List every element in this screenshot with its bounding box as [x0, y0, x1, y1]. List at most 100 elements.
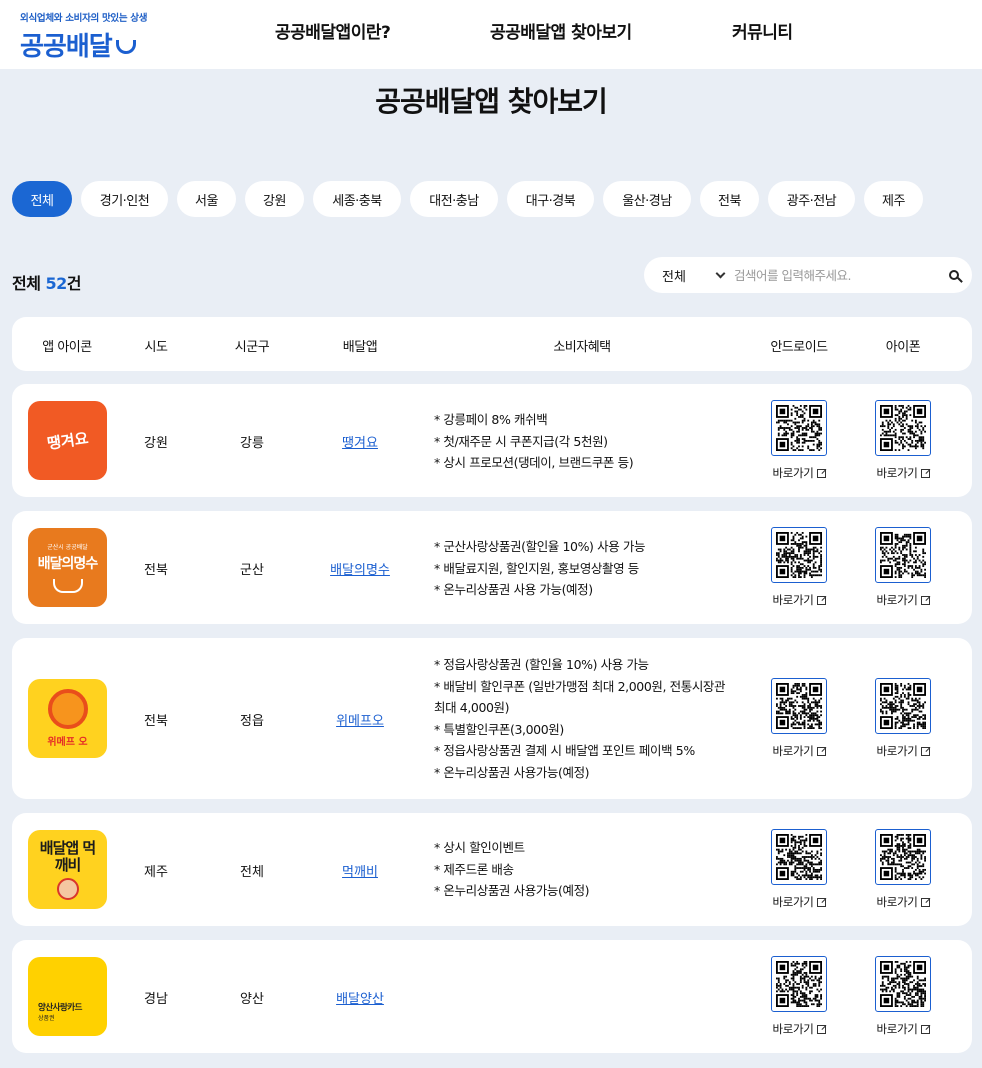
android-goto-link[interactable]: 바로가기	[769, 465, 829, 481]
benefit-item: * 정읍사랑상품권 (할인율 10%) 사용 가능	[434, 657, 649, 672]
goto-label: 바로가기	[876, 744, 918, 758]
iphone-qr[interactable]: 바로가기	[873, 956, 933, 1037]
count-number: 52	[45, 274, 68, 293]
app-name-link[interactable]: 위메프오	[336, 710, 384, 729]
benefit-item: * 상시 할인이벤트	[434, 840, 525, 855]
iphone-qr[interactable]: 바로가기	[873, 527, 933, 608]
benefits-list: * 강릉페이 8% 캐쉬백 * 첫/재주문 시 쿠폰지급(각 5천원) * 상시…	[434, 409, 734, 474]
cell-sido: 전북	[144, 714, 168, 729]
smile-icon	[115, 39, 136, 54]
app-icon-text: 양산사랑카드	[38, 1003, 82, 1013]
iphone-qr[interactable]: 바로가기	[873, 678, 933, 759]
region-chip-ulsan-gyeongnam[interactable]: 울산·경남	[603, 181, 691, 217]
iphone-goto-link[interactable]: 바로가기	[873, 465, 933, 481]
logo-wordmark: 공공배달	[20, 26, 147, 63]
qr-code-icon	[875, 678, 931, 734]
android-goto-link[interactable]: 바로가기	[769, 743, 829, 759]
app-name-link[interactable]: 땡겨요	[342, 432, 378, 451]
mascot-icon	[56, 877, 79, 900]
goto-label: 바로가기	[876, 466, 918, 480]
iphone-goto-link[interactable]: 바로가기	[873, 592, 933, 608]
th-sigungu: 시군구	[234, 340, 270, 355]
table-row: 양산사랑카드 상품권 경남 양산 배달양산 바로가기 바로가기	[12, 940, 972, 1053]
goto-label: 바로가기	[772, 593, 814, 607]
th-app-icon: 앱 아이콘	[42, 340, 92, 355]
iphone-goto-link[interactable]: 바로가기	[873, 894, 933, 910]
app-icon-text: 위메프 오	[47, 737, 88, 748]
count-suffix: 건	[66, 274, 82, 293]
search-icon	[949, 270, 959, 280]
region-chip-gwangju-jeonnam[interactable]: 광주·전남	[768, 181, 855, 217]
search-type-select[interactable]: 전체	[644, 266, 734, 285]
goto-label: 바로가기	[772, 466, 814, 480]
benefit-item: * 상시 프로모션(댕데이, 브랜드쿠폰 등)	[434, 455, 634, 470]
app-icon-text: 땡겨요	[45, 429, 90, 453]
search-bar: 전체	[644, 257, 972, 293]
table-row: 땡겨요 강원 강릉 땡겨요 * 강릉페이 8% 캐쉬백 * 첫/재주문 시 쿠폰…	[12, 384, 972, 497]
region-chip-jeju[interactable]: 제주	[864, 181, 923, 217]
android-qr[interactable]: 바로가기	[769, 527, 829, 608]
android-qr[interactable]: 바로가기	[769, 400, 829, 481]
region-chip-jeonbuk[interactable]: 전북	[700, 181, 759, 217]
app-name-link[interactable]: 배달양산	[336, 988, 384, 1007]
table-header: 앱 아이콘 시도 시군구 배달앱 소비자혜택 안드로이드 아이폰	[12, 317, 972, 371]
th-sido: 시도	[144, 340, 168, 355]
qr-code-icon	[771, 400, 827, 456]
app-icon-meokkaebi: 배달앱 먹깨비	[28, 830, 107, 909]
region-chip-seoul[interactable]: 서울	[177, 181, 236, 217]
region-chip-all[interactable]: 전체	[12, 181, 72, 217]
nav-about[interactable]: 공공배달앱이란?	[275, 18, 391, 43]
region-chip-gyeonggi-incheon[interactable]: 경기·인천	[81, 181, 168, 217]
nav-find-apps[interactable]: 공공배달앱 찾아보기	[490, 18, 632, 43]
search-button[interactable]	[936, 257, 972, 293]
qr-code-icon	[875, 956, 931, 1012]
app-icon-baedal-myeongsu: 군산시 공공배달 배달의명수	[28, 528, 107, 607]
qr-code-icon	[771, 956, 827, 1012]
search-input[interactable]	[734, 267, 936, 283]
android-qr[interactable]: 바로가기	[769, 829, 829, 910]
benefit-item: * 강릉페이 8% 캐쉬백	[434, 412, 548, 427]
iphone-qr[interactable]: 바로가기	[873, 400, 933, 481]
app-icon-subtext: 상품권	[38, 1015, 55, 1022]
benefit-item: * 온누리상품권 사용 가능(예정)	[434, 582, 593, 597]
iphone-qr[interactable]: 바로가기	[873, 829, 933, 910]
page-title: 공공배달앱 찾아보기	[375, 85, 608, 118]
external-link-icon	[920, 746, 930, 756]
th-benefits: 소비자혜택	[553, 340, 611, 355]
app-icon-baedal-yangsan: 양산사랑카드 상품권	[28, 957, 107, 1036]
region-chip-daegu-gyeongbuk[interactable]: 대구·경북	[507, 181, 594, 217]
goto-label: 바로가기	[876, 593, 918, 607]
nav-community[interactable]: 커뮤니티	[732, 18, 793, 43]
android-qr[interactable]: 바로가기	[769, 956, 829, 1037]
iphone-goto-link[interactable]: 바로가기	[873, 1021, 933, 1037]
benefit-item: * 온누리상품권 사용가능(예정)	[434, 764, 590, 780]
android-goto-link[interactable]: 바로가기	[769, 592, 829, 608]
app-name-link[interactable]: 배달의명수	[330, 559, 390, 578]
logo-tagline: 외식업체와 소비자의 맛있는 상생	[20, 13, 148, 24]
app-icon-wemakeprice-o: 위메프 오	[28, 679, 107, 758]
goto-label: 바로가기	[772, 1022, 814, 1036]
region-chip-gangwon[interactable]: 강원	[245, 181, 304, 217]
search-select-value: 전체	[662, 269, 686, 285]
qr-code-icon	[875, 527, 931, 583]
th-android: 안드로이드	[770, 340, 828, 355]
external-link-icon	[920, 897, 930, 907]
cell-sigungu: 전체	[240, 865, 264, 880]
android-goto-link[interactable]: 바로가기	[769, 1021, 829, 1037]
region-chip-daejeon-chungnam[interactable]: 대전·충남	[410, 181, 498, 217]
lion-icon	[47, 689, 88, 729]
shield-icon	[52, 579, 83, 593]
benefit-item: * 배달비 할인쿠폰 (일반가맹점 최대 2,000원, 전통시장관 최대 4,…	[434, 678, 726, 716]
th-delivery-app: 배달앱	[342, 340, 378, 355]
iphone-goto-link[interactable]: 바로가기	[873, 743, 933, 759]
app-icon-subtext: 군산시 공공배달	[47, 544, 88, 551]
android-goto-link[interactable]: 바로가기	[769, 894, 829, 910]
android-qr[interactable]: 바로가기	[769, 678, 829, 759]
external-link-icon	[816, 746, 826, 756]
app-name-link[interactable]: 먹깨비	[342, 861, 378, 880]
region-chip-sejong-chungbuk[interactable]: 세종·충북	[313, 181, 401, 217]
benefit-item: * 배달료지원, 할인지원, 홍보영상촬영 등	[434, 560, 639, 576]
site-logo[interactable]: 외식업체와 소비자의 맛있는 상생 공공배달	[20, 10, 147, 63]
table-row: 배달앱 먹깨비 제주 전체 먹깨비 * 상시 할인이벤트 * 제주드론 배송 *…	[12, 813, 972, 926]
goto-label: 바로가기	[772, 744, 814, 758]
